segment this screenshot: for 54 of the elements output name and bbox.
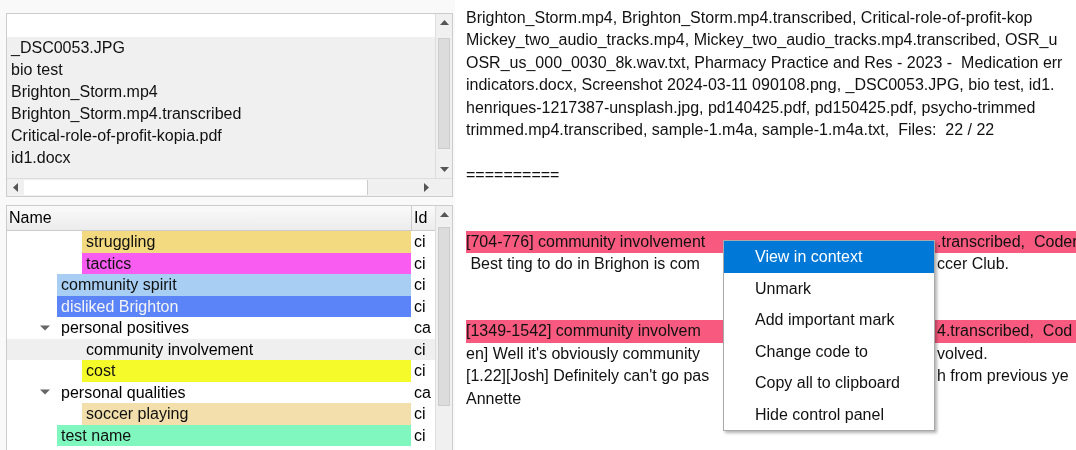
- tree-item[interactable]: personal qualities: [57, 381, 411, 403]
- scroll-up-icon[interactable]: [439, 18, 449, 27]
- tree-cell-text: ci: [413, 404, 427, 424]
- text-line: indicators.docx, Screenshot 2024-03-11 090108.png, _DSC0053.JPG, bio test, id1.: [466, 75, 1056, 96]
- tree-item[interactable]: soccer playing: [82, 403, 411, 425]
- tree-item[interactable]: personal positives: [57, 317, 411, 339]
- tree-cell-text: ci: [413, 425, 427, 446]
- text-line: Brighton_Storm.mp4, Brighton_Storm.mp4.transcribed, Critical-role-of-profit-kop: [466, 8, 1034, 28]
- vertical-scrollbar[interactable]: [435, 14, 452, 178]
- file-list-item[interactable]: id1.docx: [7, 147, 435, 169]
- text-line: Annette: [466, 388, 523, 409]
- tree-cell-text: ci: [413, 296, 427, 317]
- tree-item[interactable]: struggling: [82, 231, 411, 253]
- scroll-left-icon[interactable]: [11, 183, 20, 192]
- tree-item[interactable]: community spirit: [57, 274, 411, 296]
- text-line: ccer Club.: [937, 254, 1011, 275]
- scroll-right-icon[interactable]: [422, 183, 431, 192]
- menu-item[interactable]: Add important mark: [724, 304, 934, 336]
- tree-item[interactable]: cost: [82, 360, 411, 382]
- vertical-scrollbar[interactable]: [435, 206, 452, 450]
- text-line: Mickey_two_audio_tracks.mp4, Mickey_two_audio_tracks.mp4.transcribed, OSR_u: [466, 30, 1059, 51]
- tree-cell-text: ci: [413, 253, 427, 274]
- tree-cell-text: ci: [413, 275, 427, 295]
- tree-cell-text: ca: [413, 318, 432, 338]
- text-line: trimmed.mp4.transcribed, sample-1.m4a, sample-1.m4a.txt, Files: 22 / 22: [466, 119, 996, 140]
- tree-cell-text: ci: [413, 361, 427, 381]
- text-line: volved.: [937, 343, 989, 364]
- column-header[interactable]: Name: [7, 206, 411, 230]
- text-line: OSR_us_000_0030_8k.wav.txt, Pharmacy Practice and Res - 2023 - Medication err: [466, 52, 1064, 73]
- file-list-item[interactable]: Critical-role-of-profit-kopia.pdf: [7, 125, 435, 147]
- text-line: ==========: [466, 164, 561, 185]
- tree-item[interactable]: community involvement: [82, 338, 411, 360]
- file-list-item[interactable]: Brighton_Storm.mp4.transcribed: [7, 103, 435, 125]
- text-line: h from previous ye: [937, 366, 1070, 387]
- file-list-item[interactable]: _DSC0053.JPG: [7, 37, 435, 59]
- text-line: Best ting to do in Brighon is com: [469, 254, 701, 275]
- text-line: [1.22][Josh] Definitely can't go pas: [466, 366, 711, 387]
- tree-item[interactable]: tactics: [82, 252, 411, 274]
- scroll-down-icon[interactable]: [439, 165, 449, 174]
- tree-cell-text: ca: [413, 382, 432, 403]
- file-list-item[interactable]: bio test: [7, 59, 435, 81]
- horizontal-scrollbar[interactable]: [7, 178, 452, 196]
- menu-item[interactable]: Change code to: [724, 335, 934, 367]
- tree-cell-text: ci: [413, 339, 427, 360]
- text-line: henriques-1217387-unsplash.jpg, pd140425.pdf, pd150425.pdf, psycho-trimmed: [466, 97, 1037, 118]
- menu-item[interactable]: Hide control panel: [724, 398, 934, 430]
- menu-item[interactable]: Copy all to clipboard: [724, 367, 934, 399]
- text-line: en] Well it's obviously community: [466, 343, 701, 364]
- tree-cell-text: ci: [413, 232, 427, 252]
- tree-item[interactable]: test name: [57, 424, 411, 446]
- scroll-up-icon[interactable]: [439, 210, 449, 219]
- menu-item[interactable]: View in context: [724, 241, 934, 273]
- menu-item[interactable]: Unmark: [724, 272, 934, 304]
- file-list-item[interactable]: Brighton_Storm.mp4: [7, 81, 435, 103]
